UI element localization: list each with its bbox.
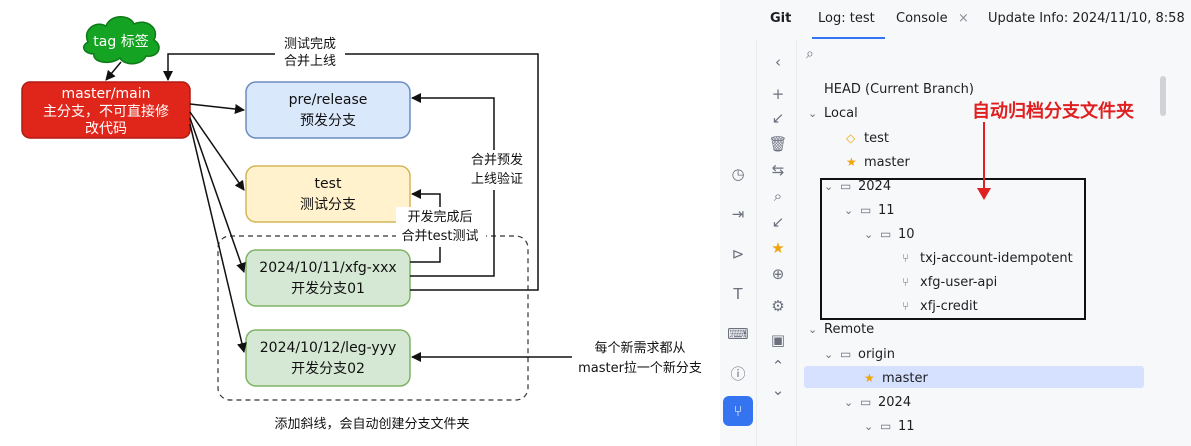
dev02-branch-box: 2024/10/12/leg-yyy 开发分支02 [245,329,411,387]
year-label: 2024 [878,395,912,410]
archived-folder-frame [820,178,1086,320]
note-dev-done-1: 开发完成后 [407,209,472,225]
annotation-arrow [977,122,991,200]
tree-origin[interactable]: ⌄ ▭ origin [824,343,895,365]
branching-diagram: tag 标签 master/main 主分支，不可直接修 改代码 pre/rel… [21,16,702,432]
dev01-line-1: 2024/10/11/xfg-xxx [259,260,396,276]
settings-icon[interactable]: ⚙ [766,296,790,316]
left-tool-strip: ◷ ⇥ ⊳ T ⌨ ⓘ ⑂ [720,40,757,446]
tab-log[interactable]: Log: test [818,11,875,26]
dev01-branch-box: 2024/10/11/xfg-xxx 开发分支01 [245,249,411,307]
search-icon: ⌕ [806,46,814,62]
note-slash-folder: 添加斜线，会自动创建分支文件夹 [274,417,469,432]
folder-icon: ▭ [880,419,892,433]
tree-remote[interactable]: ⌄ Remote [808,319,874,341]
branch-search[interactable]: ⌕ [798,44,1178,70]
folder-icon: ▭ [860,395,872,409]
chevron-down-icon: ⌄ [844,396,854,409]
folder-icon: ▭ [840,347,852,361]
run-icon[interactable]: ⊳ [726,244,750,264]
master-line-3: 改代码 [85,121,127,137]
tool-window-tabbar: Git Log: test Console × Update Info: 202… [720,0,1191,40]
head-label: HEAD (Current Branch) [824,82,974,97]
test-label: test [864,131,889,146]
scrollbar[interactable] [1160,76,1166,116]
local-label: Local [824,106,858,121]
note-new-request-2: master拉一个新分支 [578,360,702,376]
prerelease-line-1: pre/release [289,92,368,108]
tab-update-info[interactable]: Update Info: 2024/11/10, 8:58 [988,11,1185,26]
collapse-icon[interactable]: ⌄ [766,380,790,400]
git-branch-icon[interactable]: ⑂ [723,396,753,426]
note-new-request-1: 每个新需求都从 [594,340,685,356]
prerelease-branch-box: pre/release 预发分支 [245,81,411,139]
active-tab-indicator [812,37,885,39]
note-merge-pre-1: 合并预发 [471,152,523,168]
tab-git[interactable]: Git [770,11,791,26]
group-icon[interactable]: ▣ [766,330,790,350]
git-tool-window: Git Log: test Console × Update Info: 202… [720,0,1191,446]
text-icon[interactable]: T [726,284,750,304]
clock-icon[interactable]: ◷ [726,164,750,184]
dev02-line-1: 2024/10/12/leg-yyy [260,340,396,356]
master-label: master [864,155,910,170]
tree-local-test[interactable]: ◇ test [846,127,889,149]
update-icon[interactable]: ↙ [766,108,790,128]
chevron-down-icon: ⌄ [824,348,834,361]
chevron-down-icon: ⌄ [864,420,874,433]
note-test-done-1: 测试完成 [284,37,336,52]
tag-icon: ◇ [846,131,856,145]
master-label: master [882,371,928,386]
tree-head[interactable]: HEAD (Current Branch) [824,79,974,101]
master-fanout-arrows [189,103,247,353]
chevron-down-icon: ⌄ [808,107,818,120]
plus-icon[interactable]: + [766,84,790,104]
remote-label: Remote [824,322,875,337]
test-line-2: 测试分支 [300,197,356,213]
master-line-1: master/main [61,86,150,102]
star-icon: ★ [846,155,857,169]
star-icon: ★ [864,371,875,385]
tab-console[interactable]: Console [896,11,948,26]
tree-local-master[interactable]: ★ master [846,151,910,173]
tree-remote-master[interactable]: ★ master [864,367,928,389]
test-line-1: test [315,176,342,192]
branches-toolbar: ‹ + ↙ 🗑 ⇆ ⌕ ↙ ★ ⊕ ⚙ ▣ ⌃ ⌄ [760,40,797,446]
dev02-line-2: 开发分支02 [291,361,365,377]
search-icon[interactable]: ⌕ [766,186,790,206]
note-test-done-2: 合并上线 [284,54,336,69]
month-label: 11 [898,419,915,434]
collapse-chevron-icon[interactable]: ‹ [766,52,790,72]
master-line-2: 主分支，不可直接修 [43,103,169,120]
selected-row-highlight [804,366,1144,388]
terminal-icon[interactable]: ⌨ [726,324,750,344]
dev01-line-2: 开发分支01 [291,281,365,297]
tree-local[interactable]: ⌄ Local [808,103,858,125]
note-dev-done-2: 合并test测试 [402,229,479,244]
tag-cloud-label: tag 标签 [93,33,148,50]
expand-icon[interactable]: ⌃ [766,356,790,376]
console-close-icon[interactable]: × [958,11,969,26]
structure-icon[interactable]: ⇥ [726,204,750,224]
tag-cloud: tag 标签 [83,16,160,65]
origin-label: origin [858,347,896,362]
problems-icon[interactable]: ⓘ [726,364,750,384]
note-merge-pre-2: 上线验证 [471,171,523,187]
fetch-icon[interactable]: ⇆ [766,160,790,180]
chevron-down-icon: ⌄ [808,323,818,336]
prerelease-line-2: 预发分支 [300,113,356,129]
trash-icon[interactable]: 🗑 [766,134,790,154]
tree-remote-2024[interactable]: ⌄ ▭ 2024 [844,391,911,413]
master-branch-box: master/main 主分支，不可直接修 改代码 [21,81,191,139]
target-icon[interactable]: ⊕ [766,264,790,284]
star-icon[interactable]: ★ [766,238,790,258]
tree-remote-11[interactable]: ⌄ ▭ 11 [864,415,915,437]
cloud-to-master-arrow [105,61,122,81]
test-branch-box: test 测试分支 [245,165,411,223]
pull-icon[interactable]: ↙ [766,212,790,232]
